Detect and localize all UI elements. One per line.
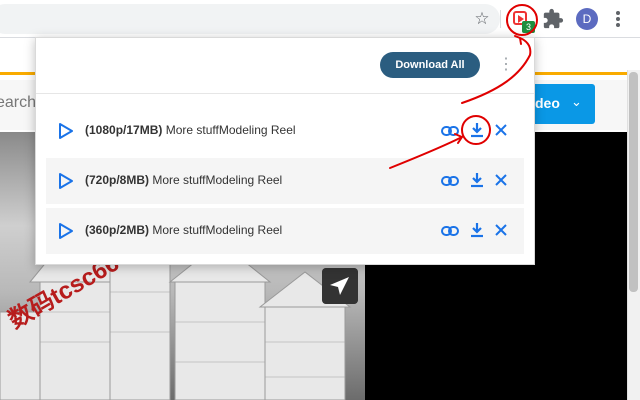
quality-size: (720p/8MB) bbox=[85, 173, 150, 187]
chrome-menu-icon[interactable] bbox=[610, 8, 626, 30]
video-title: More stuffModeling Reel bbox=[165, 123, 296, 137]
download-icon[interactable] bbox=[469, 121, 485, 139]
address-bar[interactable] bbox=[0, 4, 500, 34]
copy-link-icon[interactable] bbox=[441, 173, 459, 189]
copy-link-icon[interactable] bbox=[441, 223, 459, 239]
video-title: More stuffModeling Reel bbox=[152, 223, 283, 237]
download-all-button[interactable]: Download All bbox=[380, 52, 480, 78]
profile-avatar[interactable]: D bbox=[576, 8, 598, 30]
copy-link-icon[interactable] bbox=[441, 123, 459, 139]
extensions-puzzle-icon[interactable] bbox=[542, 8, 564, 30]
download-item: (720p/8MB) More stuffModeling Reel bbox=[46, 158, 524, 204]
download-item-label: (360p/2MB) More stuffModeling Reel bbox=[85, 223, 282, 237]
download-popup: Download All ⋮ (1080p/17MB) More stuffMo… bbox=[35, 37, 535, 265]
download-icon[interactable] bbox=[469, 221, 485, 239]
quality-size: (360p/2MB) bbox=[85, 223, 150, 237]
toolbar-divider bbox=[500, 10, 501, 28]
download-item-label: (720p/8MB) More stuffModeling Reel bbox=[85, 173, 282, 187]
page-search-input[interactable]: earch bbox=[0, 94, 36, 112]
scrollbar-thumb[interactable] bbox=[629, 72, 638, 292]
play-icon[interactable] bbox=[58, 122, 74, 140]
video-type-label: deo bbox=[535, 95, 560, 111]
download-item: (360p/2MB) More stuffModeling Reel bbox=[46, 208, 524, 254]
video-title: More stuffModeling Reel bbox=[152, 173, 283, 187]
download-item-label: (1080p/17MB) More stuffModeling Reel bbox=[85, 123, 296, 137]
play-icon[interactable] bbox=[58, 222, 74, 240]
bookmark-star-icon[interactable]: ☆ bbox=[472, 9, 492, 29]
remove-icon[interactable] bbox=[493, 222, 509, 238]
download-item: (1080p/17MB) More stuffModeling Reel bbox=[46, 108, 524, 154]
remove-icon[interactable] bbox=[493, 122, 509, 138]
remove-icon[interactable] bbox=[493, 172, 509, 188]
download-icon[interactable] bbox=[469, 171, 485, 189]
share-send-icon[interactable] bbox=[322, 268, 358, 304]
more-options-icon[interactable]: ⋮ bbox=[498, 54, 514, 76]
play-icon[interactable] bbox=[58, 172, 74, 190]
quality-size: (1080p/17MB) bbox=[85, 123, 163, 137]
extension-badge-count: 3 bbox=[522, 21, 535, 33]
chevron-down-icon: ⌄ bbox=[571, 94, 582, 109]
video-type-button[interactable]: deo ⌄ bbox=[527, 84, 595, 124]
